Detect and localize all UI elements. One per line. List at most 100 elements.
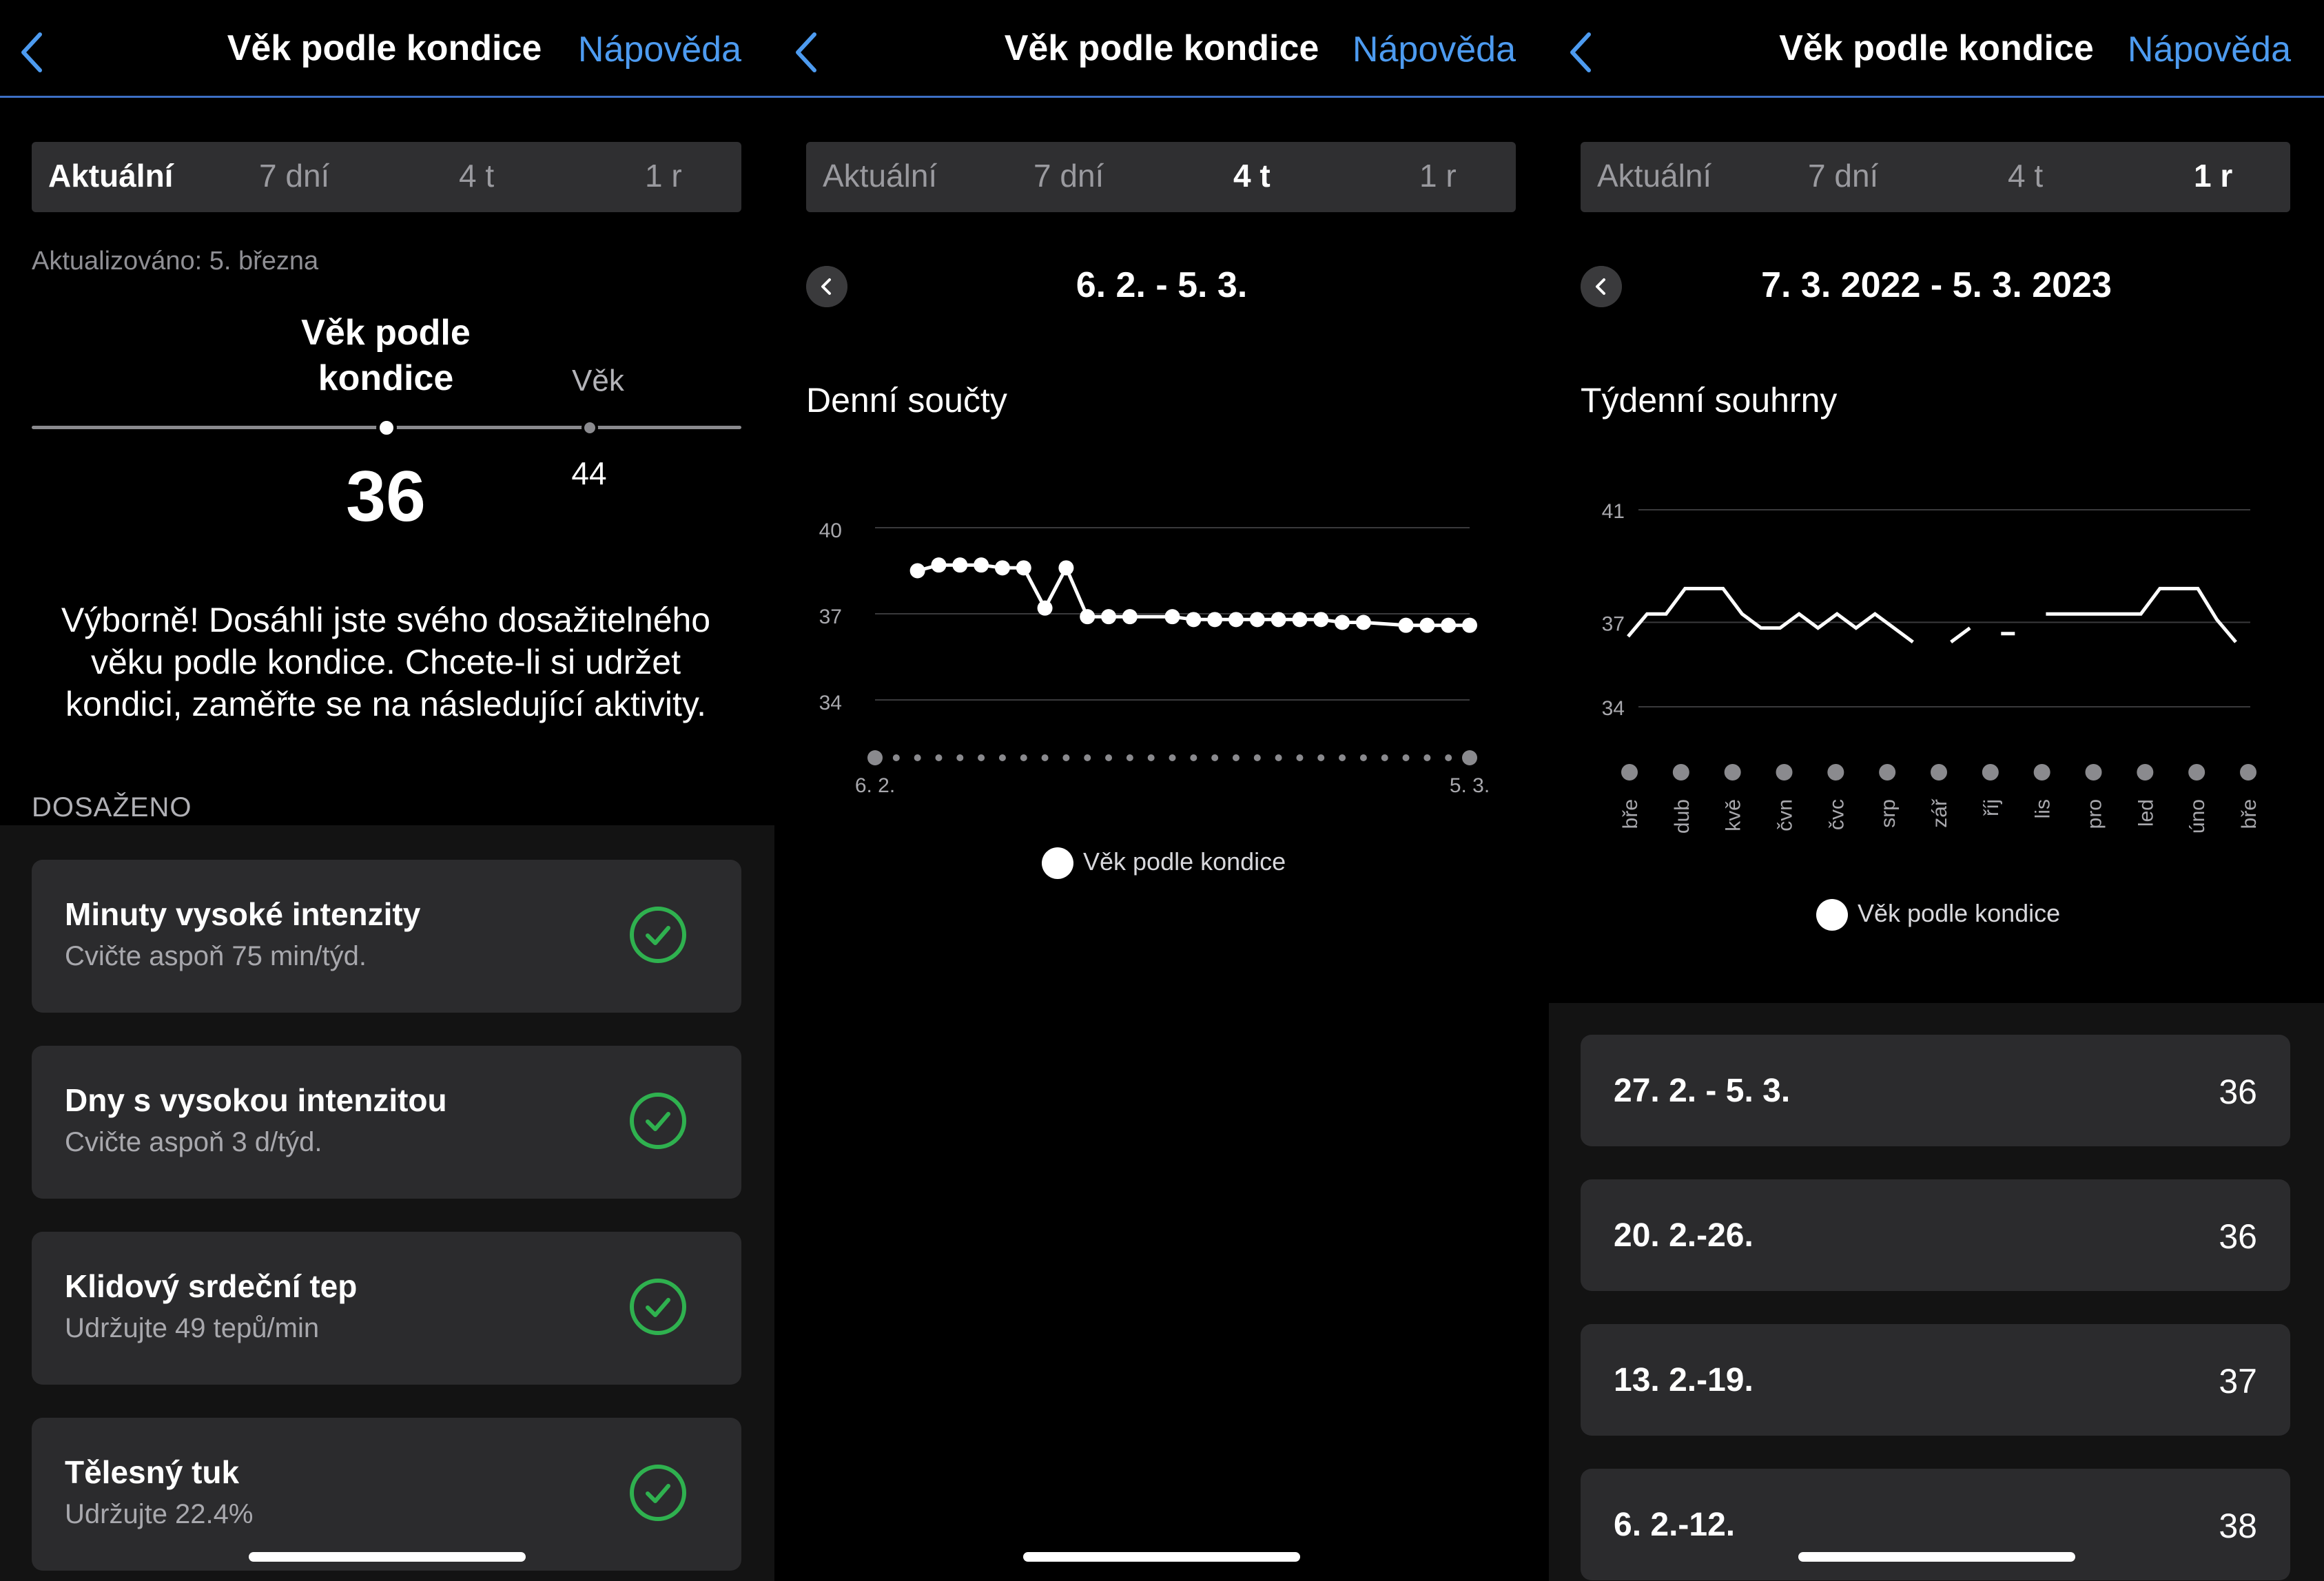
week-row[interactable]: 13. 2.-19. 37 xyxy=(1581,1324,2290,1436)
month-label: srp xyxy=(1877,799,1900,828)
x-axis-dot xyxy=(1169,754,1176,761)
x-axis-dot xyxy=(1211,754,1219,761)
home-indicator[interactable] xyxy=(1023,1552,1300,1562)
period-tabs: Aktuální 7 dní 4 t 1 r xyxy=(32,142,741,212)
age-marker xyxy=(582,420,598,436)
data-point xyxy=(1101,609,1117,625)
data-point xyxy=(1398,617,1414,633)
x-axis-dot xyxy=(1084,754,1091,761)
achievement-card[interactable]: Dny s vysokou intenzitou Cvičte aspoň 3 … xyxy=(32,1046,741,1199)
panel-current: Věk podle kondice Nápověda Aktuální 7 dn… xyxy=(0,0,774,1581)
x-axis-dot xyxy=(1359,754,1367,761)
x-axis-dot xyxy=(1462,750,1477,765)
x-axis-dot xyxy=(1423,754,1431,761)
data-point xyxy=(1335,614,1350,630)
tab-1-year[interactable]: 1 r xyxy=(645,157,682,194)
card-subtitle: Udržujte 49 tepů/min xyxy=(65,1313,320,1343)
x-axis-dot xyxy=(1381,754,1388,761)
data-point xyxy=(1207,612,1223,628)
month-dot xyxy=(1776,764,1793,781)
week-range: 20. 2.-26. xyxy=(1614,1217,1754,1254)
help-link[interactable]: Nápověda xyxy=(578,29,741,70)
week-range: 13. 2.-19. xyxy=(1614,1362,1754,1398)
data-point xyxy=(952,557,968,573)
month-dot xyxy=(2085,764,2102,781)
data-point xyxy=(1228,612,1244,628)
header: Věk podle kondice Nápověda xyxy=(0,0,774,98)
x-axis-dot xyxy=(1020,754,1027,761)
data-point xyxy=(1292,612,1308,628)
x-axis-dot xyxy=(1232,754,1240,761)
month-dot xyxy=(2188,764,2205,781)
x-axis-dot xyxy=(1190,754,1197,761)
data-point xyxy=(1164,609,1180,625)
month-dot xyxy=(1827,764,1844,781)
data-point xyxy=(1080,609,1096,625)
card-title: Minuty vysoké intenzity xyxy=(65,896,421,932)
home-indicator[interactable] xyxy=(1798,1552,2075,1562)
fitness-age-label-line2: kondice xyxy=(318,358,454,398)
month-label: zář xyxy=(1929,798,1951,828)
section-achieved: DOSAŽENO xyxy=(32,792,192,823)
achievement-card[interactable]: Minuty vysoké intenzity Cvičte aspoň 75 … xyxy=(32,860,741,1013)
x-axis-dot xyxy=(1253,754,1261,761)
data-point xyxy=(1058,560,1074,576)
month-label: pro xyxy=(2084,799,2106,829)
card-title: Klidový srdeční tep xyxy=(65,1268,358,1304)
card-subtitle: Cvičte aspoň 3 d/týd. xyxy=(65,1127,322,1157)
card-subtitle: Udržujte 22.4% xyxy=(65,1499,254,1529)
data-point xyxy=(1249,612,1265,628)
legend-dot-icon xyxy=(1042,847,1073,880)
month-dot xyxy=(2033,764,2050,781)
tab-4-weeks[interactable]: 4 t xyxy=(459,157,494,194)
x-axis-dot xyxy=(1317,754,1325,761)
fitness-age-value: 36 xyxy=(346,457,426,537)
chart-legend: Věk podle kondice xyxy=(1042,847,1286,880)
y-tick-label: 34 xyxy=(1602,697,1625,720)
month-label: led xyxy=(2135,799,2157,827)
data-point xyxy=(909,563,925,579)
month-dot xyxy=(1982,764,1999,781)
status-message: Výborně! Dosáhli jste svého dosažitelnéh… xyxy=(61,601,711,723)
week-row[interactable]: 27. 2. - 5. 3. 36 xyxy=(1581,1035,2290,1146)
month-label: úno xyxy=(2186,799,2209,834)
month-label: dub xyxy=(1671,799,1694,834)
x-axis-dot xyxy=(892,754,900,761)
week-range: 6. 2.-12. xyxy=(1614,1507,1736,1543)
data-point xyxy=(1419,617,1435,633)
week-row[interactable]: 20. 2.-26. 36 xyxy=(1581,1179,2290,1291)
y-tick-label: 37 xyxy=(819,606,842,628)
x-axis-dot xyxy=(1126,754,1133,761)
achievement-card[interactable]: Klidový srdeční tep Udržujte 49 tepů/min xyxy=(32,1232,741,1385)
data-point xyxy=(1313,612,1329,628)
series-line xyxy=(1627,586,2237,644)
achievement-card[interactable]: Tělesný tuk Udržujte 22.4% xyxy=(32,1418,741,1571)
tab-current[interactable]: Aktuální xyxy=(48,157,173,194)
month-dot xyxy=(1724,764,1741,781)
month-label: bře xyxy=(1619,799,1642,829)
data-point xyxy=(1441,617,1457,633)
week-row[interactable]: 6. 2.-12. 38 xyxy=(1581,1469,2290,1580)
x-axis-dot xyxy=(1147,754,1155,761)
x-axis-dot xyxy=(956,754,964,761)
month-dot xyxy=(1879,764,1896,781)
week-value: 38 xyxy=(2219,1507,2257,1545)
weekly-chart: 41 37 34 bře dub kvě čvn čvc srp zář říj lis pro led ú… xyxy=(1602,500,2261,834)
data-point xyxy=(1271,612,1286,628)
card-title: Dny s vysokou intenzitou xyxy=(65,1082,447,1118)
y-tick-label: 41 xyxy=(1602,500,1625,523)
month-label: lis xyxy=(2032,799,2055,818)
week-value: 36 xyxy=(2219,1217,2257,1256)
tab-7-days[interactable]: 7 dní xyxy=(259,157,329,194)
x-axis-dot xyxy=(1105,754,1113,761)
age-value: 44 xyxy=(571,455,607,491)
y-tick-label: 40 xyxy=(819,519,842,542)
x-axis-dot xyxy=(935,754,943,761)
month-dot xyxy=(2240,764,2256,781)
home-indicator[interactable] xyxy=(249,1552,526,1562)
fitness-age-marker xyxy=(376,417,397,438)
y-tick-label: 34 xyxy=(819,692,842,714)
x-axis-dot xyxy=(1275,754,1282,761)
check-circle-icon xyxy=(630,1465,686,1521)
data-point xyxy=(994,560,1010,576)
